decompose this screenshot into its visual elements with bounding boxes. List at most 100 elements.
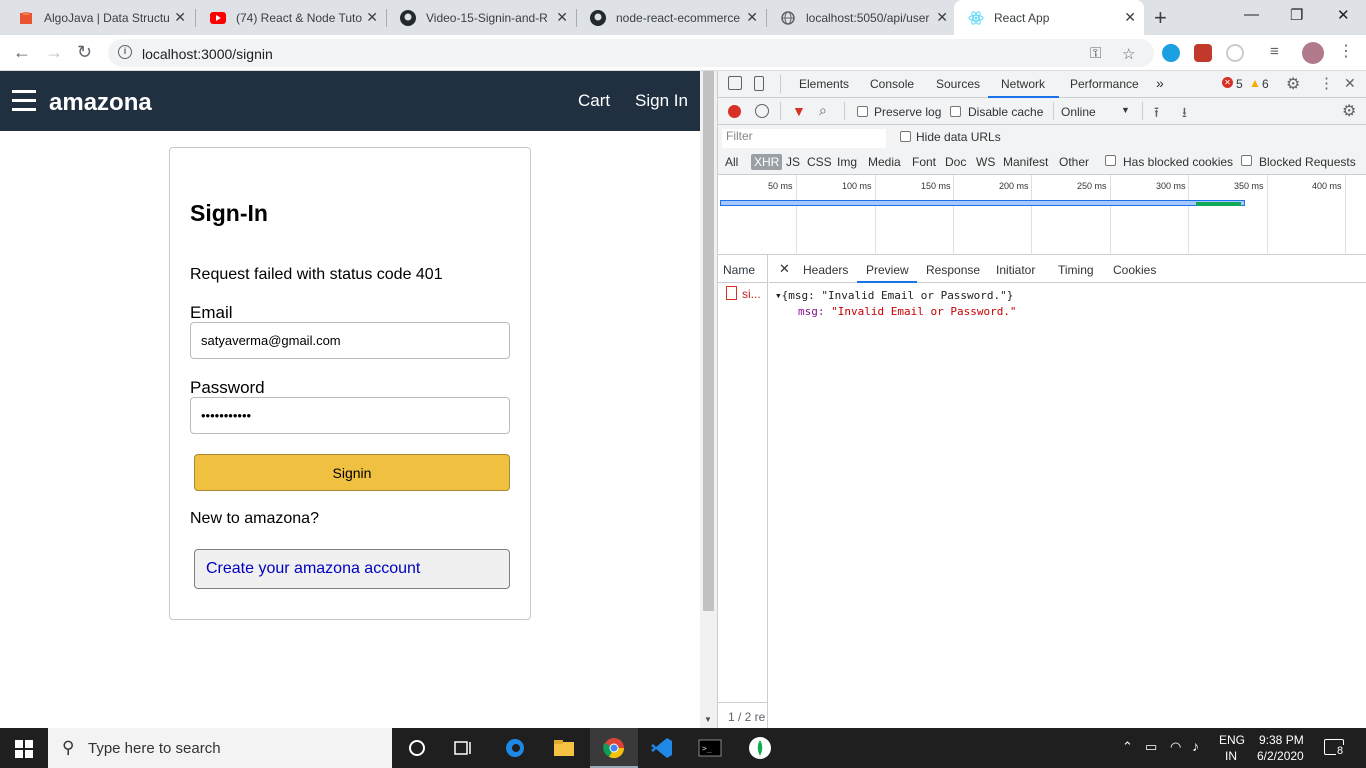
import-har-icon[interactable]: ⭱ [1154,102,1159,126]
extension-icon[interactable] [1194,44,1212,62]
has-blocked-cookies-checkbox[interactable] [1105,155,1116,166]
hide-data-urls-checkbox[interactable] [900,131,911,142]
filter-ws[interactable]: WS [976,155,995,169]
taskbar-search[interactable]: ⚲ Type here to search [48,728,392,768]
close-tab-icon[interactable]: ✕ [174,10,186,24]
close-devtools-icon[interactable]: ✕ [1344,75,1356,92]
table-row[interactable]: si... [718,283,768,303]
signin-link[interactable]: Sign In [635,91,688,111]
bookmark-star-icon[interactable]: ☆ [1122,45,1135,63]
signin-button[interactable]: Signin [194,454,510,491]
inspect-element-icon[interactable] [728,76,742,90]
menu-kebab-icon[interactable]: ⋮ [1338,43,1354,61]
close-tab-icon[interactable]: ✕ [936,10,948,24]
network-timeline-overview[interactable]: 50 ms 100 ms 150 ms 200 ms 250 ms 300 ms… [718,175,1366,255]
device-toolbar-icon[interactable] [754,76,764,91]
terminal-icon[interactable]: >_ [698,736,722,760]
address-bar[interactable]: i localhost:3000/signin ⚿ ☆ [108,39,1154,67]
settings-gear-icon[interactable]: ⚙ [1286,74,1300,94]
forward-icon[interactable]: → [45,43,63,61]
browser-tab-github-video[interactable]: Video-15-Signin-and-R ✕ [386,0,576,35]
tab-console[interactable]: Console [870,77,914,91]
close-tab-icon[interactable]: ✕ [366,10,378,24]
url-text[interactable]: localhost:3000/signin [142,46,273,62]
key-icon[interactable]: ⚿ [1090,45,1101,62]
media-control-icon[interactable]: ≡ [1270,43,1279,61]
throttling-select[interactable]: Online [1061,105,1096,119]
minimize-icon[interactable]: — [1244,6,1259,23]
brand-logo[interactable]: amazona [49,89,152,117]
devtools-menu-icon[interactable]: ⋮ [1319,74,1334,92]
scrollbar-thumb[interactable] [703,71,714,611]
filter-manifest[interactable]: Manifest [1003,155,1048,169]
filter-input[interactable]: Filter [722,129,886,148]
windows-start-icon[interactable] [15,740,33,758]
chrome-icon[interactable] [602,736,626,760]
blocked-requests-checkbox[interactable] [1241,155,1252,166]
preserve-log-checkbox[interactable] [857,106,868,117]
filter-xhr[interactable]: XHR [751,154,783,170]
network-settings-icon[interactable]: ⚙ [1342,101,1356,121]
error-count[interactable]: 5 [1236,77,1243,91]
close-window-icon[interactable]: ✕ [1337,6,1350,24]
hamburger-menu-icon[interactable] [12,90,36,112]
filter-js[interactable]: JS [786,155,800,169]
reload-icon[interactable]: ↻ [77,43,92,61]
close-tab-icon[interactable]: ✕ [556,10,568,24]
name-column-header[interactable]: Name [718,255,768,283]
browser-tab-algojava[interactable]: AlgoJava | Data Structu ✕ [4,0,194,35]
tab-sources[interactable]: Sources [936,77,980,91]
filter-funnel-icon[interactable]: ▼ [792,103,806,119]
volume-icon[interactable]: ♪ [1192,738,1199,754]
password-field[interactable]: ••••••••••• [190,397,510,434]
task-view-icon[interactable] [452,736,476,760]
browser-tab-github-repo[interactable]: node-react-ecommerce ✕ [576,0,766,35]
close-tab-icon[interactable]: ✕ [1124,10,1136,24]
tab-performance[interactable]: Performance [1070,77,1139,91]
close-detail-icon[interactable]: ✕ [779,261,790,277]
export-har-icon[interactable]: ⭳ [1182,102,1187,126]
new-tab-icon[interactable]: + [1154,5,1167,31]
cortana-icon[interactable] [405,736,429,760]
vscode-icon[interactable] [650,736,674,760]
preview-object-row[interactable]: ▾{msg: "Invalid Email or Password."} [775,289,1013,302]
tab-timing[interactable]: Timing [1058,263,1094,277]
filter-media[interactable]: Media [868,155,901,169]
site-info-icon[interactable]: i [118,45,132,59]
restore-icon[interactable]: ❐ [1290,6,1303,24]
create-account-button[interactable]: Create your amazona account [194,549,510,589]
edge-icon[interactable] [503,736,527,760]
extension-icon[interactable] [1226,44,1244,62]
browser-tab-youtube[interactable]: (74) React & Node Tuto ✕ [196,0,386,35]
show-hidden-icons-icon[interactable]: ⌃ [1122,739,1133,755]
back-icon[interactable]: ← [13,43,31,61]
close-tab-icon[interactable]: ✕ [746,10,758,24]
cart-link[interactable]: Cart [578,91,610,111]
request-name[interactable]: si... [742,287,761,301]
chevron-down-icon[interactable]: ▼ [1121,105,1130,115]
filter-doc[interactable]: Doc [945,155,966,169]
scroll-down-arrow-icon[interactable]: ▼ [704,715,712,724]
filter-other[interactable]: Other [1059,155,1089,169]
tab-elements[interactable]: Elements [799,77,849,91]
record-icon[interactable] [728,105,741,118]
expand-triangle-icon[interactable]: ▾ [775,289,782,302]
filter-all[interactable]: All [725,155,738,169]
clear-icon[interactable] [755,104,769,118]
search-icon[interactable]: ⌕ [819,102,827,119]
more-tabs-icon[interactable]: » [1156,75,1164,91]
page-scrollbar[interactable]: ▼ [700,71,717,728]
language-indicator[interactable]: ENG [1219,733,1245,747]
tab-initiator[interactable]: Initiator [996,263,1035,277]
tab-headers[interactable]: Headers [803,263,848,277]
filter-css[interactable]: CSS [807,155,832,169]
tab-cookies[interactable]: Cookies [1113,263,1156,277]
warning-count[interactable]: 6 [1262,77,1269,91]
browser-tab-localhost-api[interactable]: localhost:5050/api/user ✕ [766,0,956,35]
file-explorer-icon[interactable] [552,736,576,760]
tab-response[interactable]: Response [926,263,980,277]
wifi-icon[interactable]: ◠ [1170,739,1181,755]
tab-preview[interactable]: Preview [866,263,909,277]
filter-img[interactable]: Img [837,155,857,169]
clock-time[interactable]: 9:38 PM [1259,733,1304,747]
